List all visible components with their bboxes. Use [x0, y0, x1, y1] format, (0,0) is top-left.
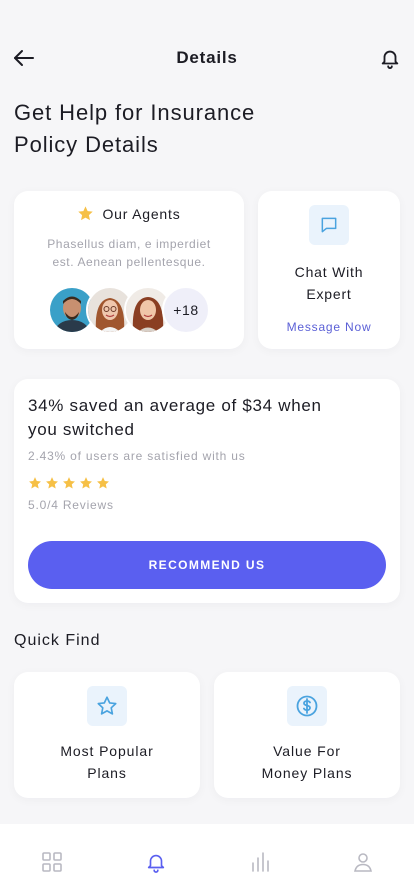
qf-label-line-2: Plans [87, 765, 127, 781]
quick-find-value-for-money-plans[interactable]: Value For Money Plans [214, 672, 400, 798]
agents-desc-line-1: Phasellus diam, e imperdiet [47, 237, 211, 251]
recommend-us-button[interactable]: RECOMMEND US [28, 541, 386, 589]
quick-find-label: Most Popular Plans [14, 740, 200, 784]
chat-icon-container [309, 205, 349, 245]
bell-icon [381, 50, 399, 69]
page-title: Get Help for Insurance Policy Details [14, 97, 334, 161]
grid-icon [42, 852, 62, 872]
quick-find-most-popular-plans[interactable]: Most Popular Plans [14, 672, 200, 798]
chat-expert-card[interactable]: Chat With Expert Message Now [258, 191, 400, 349]
qf-label-line-1: Most Popular [60, 743, 154, 759]
savings-headline-line-2: you switched [28, 420, 135, 439]
savings-headline-line-1: 34% saved an average of $34 when [28, 396, 322, 415]
rating-stars [28, 476, 110, 490]
header-title: Details [176, 48, 238, 67]
chat-card-title: Chat With Expert [258, 261, 400, 305]
message-now-link[interactable]: Message Now [258, 320, 400, 334]
tab-statistics[interactable] [246, 848, 274, 876]
rating-star-icon [97, 477, 109, 489]
dollar-circle-icon [296, 695, 318, 717]
bar-chart-icon [252, 852, 269, 872]
chat-bubble-icon [321, 217, 337, 233]
agents-card-header: Our Agents [14, 205, 244, 222]
savings-headline: 34% saved an average of $34 when you swi… [28, 394, 380, 442]
star-icon [78, 206, 94, 221]
satisfaction-text: 2.43% of users are satisfied with us [28, 449, 246, 463]
reviews-count: 5.0/4 Reviews [28, 498, 114, 512]
agents-card-description: Phasellus diam, e imperdiet est. Aenean … [28, 235, 230, 271]
agents-desc-line-2: est. Aenean pellentesque. [52, 255, 206, 269]
agents-card-title: Our Agents [102, 205, 181, 222]
qf-label-line-1: Value For [273, 743, 341, 759]
savings-card: 34% saved an average of $34 when you swi… [14, 379, 400, 603]
page-title-line-2: Policy Details [14, 132, 159, 157]
qf-icon-container [287, 686, 327, 726]
quick-find-title: Quick Find [14, 632, 101, 649]
bottom-tab-bar [0, 824, 414, 896]
qf-icon-container [87, 686, 127, 726]
top-bar: Details [0, 40, 414, 76]
page-title-line-1: Get Help for Insurance [14, 100, 256, 125]
bell-icon [147, 854, 165, 873]
tab-profile[interactable] [349, 848, 377, 876]
rating-star-icon [29, 477, 41, 489]
tab-notifications[interactable] [142, 848, 170, 876]
star-outline-icon [97, 696, 117, 715]
more-agents-count[interactable]: +18 [162, 286, 210, 334]
tab-home[interactable] [38, 848, 66, 876]
rating-star-icon [46, 477, 58, 489]
quick-find-label: Value For Money Plans [214, 740, 400, 784]
chat-title-line-2: Expert [306, 286, 352, 302]
user-icon [354, 853, 372, 872]
notifications-button[interactable] [376, 44, 404, 72]
agents-card[interactable]: Our Agents Phasellus diam, e imperdiet e… [14, 191, 244, 349]
rating-star-icon [63, 477, 75, 489]
agent-avatars: +18 [48, 286, 218, 334]
qf-label-line-2: Money Plans [261, 765, 353, 781]
rating-star-icon [80, 477, 92, 489]
chat-title-line-1: Chat With [294, 264, 364, 280]
